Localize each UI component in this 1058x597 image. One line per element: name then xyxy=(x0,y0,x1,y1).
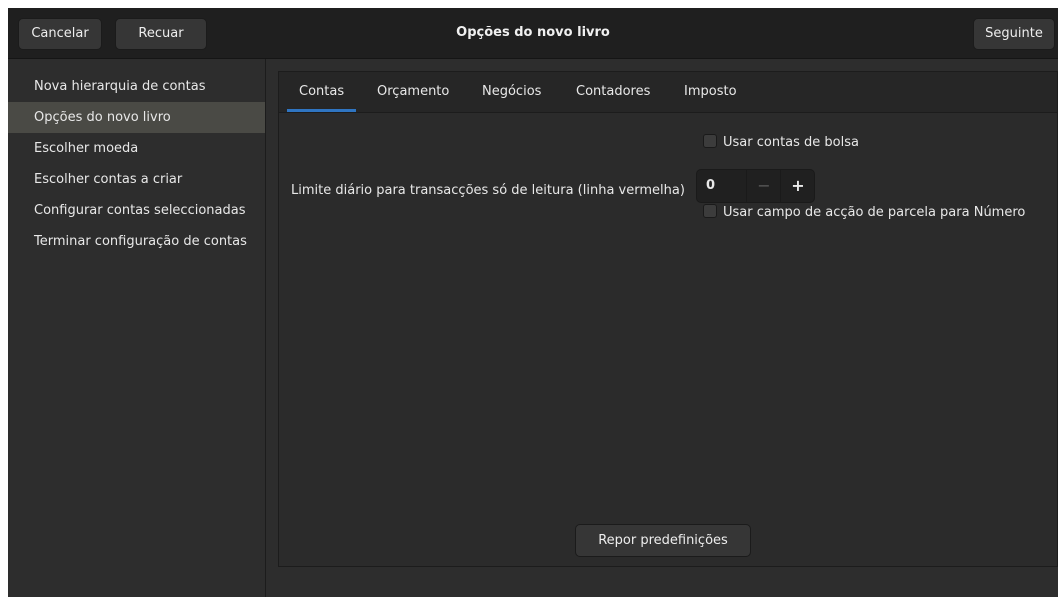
sidebar-item-choose-currency[interactable]: Escolher moeda xyxy=(8,133,265,164)
cancel-button[interactable]: Cancelar xyxy=(18,18,102,50)
split-action-checkbox[interactable] xyxy=(703,204,717,218)
sidebar-item-setup-selected-accounts[interactable]: Configurar contas seleccionadas xyxy=(8,195,265,226)
tab-orcamento[interactable]: Orçamento xyxy=(377,72,449,112)
tab-imposto[interactable]: Imposto xyxy=(684,72,737,112)
read-only-threshold-value[interactable]: 0 xyxy=(706,170,715,202)
header-bar: Cancelar Recuar Opções do novo livro Seg… xyxy=(8,8,1058,59)
next-button[interactable]: Seguinte xyxy=(973,18,1055,50)
tab-bar: Contas Orçamento Negócios Contadores Imp… xyxy=(279,72,1057,113)
options-panel: Contas Orçamento Negócios Contadores Imp… xyxy=(278,71,1058,567)
assistant-window: Cancelar Recuar Opções do novo livro Seg… xyxy=(8,8,1058,597)
sidebar-item-finish-account-setup[interactable]: Terminar configuração de contas xyxy=(8,226,265,257)
tab-negocios[interactable]: Negócios xyxy=(482,72,541,112)
sidebar-item-choose-accounts[interactable]: Escolher contas a criar xyxy=(8,164,265,195)
window-title: Opções do novo livro xyxy=(456,25,610,40)
trading-accounts-option[interactable]: Usar contas de bolsa xyxy=(703,133,859,153)
sidebar: Nova hierarquia de contas Opções do novo… xyxy=(8,59,266,597)
read-only-threshold-spinner[interactable]: 0 − + xyxy=(696,169,815,203)
split-action-option[interactable]: Usar campo de acção de parcela para Núme… xyxy=(703,203,1025,223)
reset-defaults-button[interactable]: Repor predefinições xyxy=(575,524,751,557)
tab-contadores[interactable]: Contadores xyxy=(576,72,650,112)
sidebar-item-new-account-hierarchy[interactable]: Nova hierarquia de contas xyxy=(8,71,265,102)
trading-accounts-label: Usar contas de bolsa xyxy=(723,135,859,150)
decrement-button[interactable]: − xyxy=(746,170,781,202)
split-action-label: Usar campo de acção de parcela para Núme… xyxy=(723,205,1026,220)
increment-button[interactable]: + xyxy=(780,170,815,202)
back-button[interactable]: Recuar xyxy=(115,18,207,50)
tab-contas[interactable]: Contas xyxy=(286,72,357,112)
read-only-threshold-label: Limite diário para transacções só de lei… xyxy=(291,183,685,198)
sidebar-item-new-book-options[interactable]: Opções do novo livro xyxy=(8,102,265,133)
trading-accounts-checkbox[interactable] xyxy=(703,134,717,148)
